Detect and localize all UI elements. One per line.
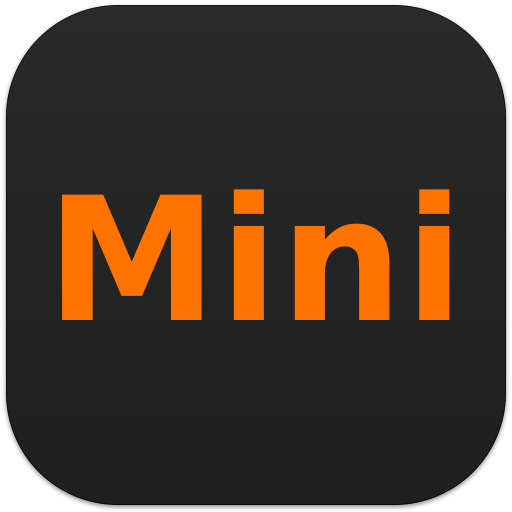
icon-canvas: Mini xyxy=(0,0,512,512)
app-icon-label: Mini xyxy=(46,160,466,361)
app-icon[interactable]: Mini xyxy=(6,5,506,505)
